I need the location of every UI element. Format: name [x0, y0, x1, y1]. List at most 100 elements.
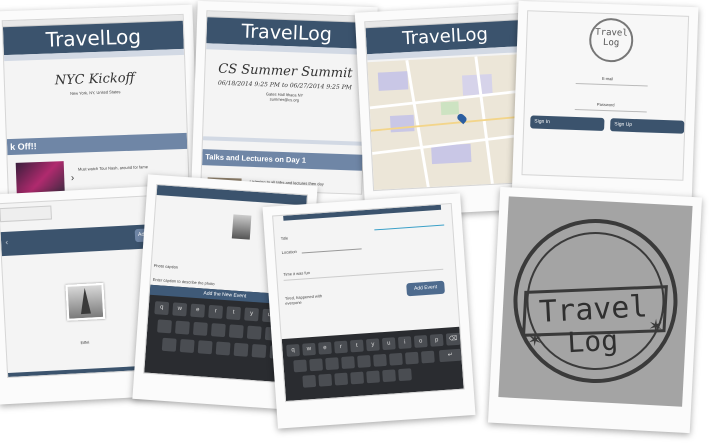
key[interactable] [334, 372, 349, 386]
eiffel-tower-icon [79, 287, 91, 315]
event-photo: › [15, 161, 74, 196]
key[interactable] [293, 359, 308, 373]
key[interactable] [246, 325, 262, 340]
event-title: CS Summer Summit [218, 61, 353, 82]
key[interactable] [157, 319, 172, 334]
key[interactable] [398, 368, 412, 382]
key[interactable] [175, 320, 190, 335]
key[interactable] [357, 355, 371, 368]
key[interactable] [420, 350, 435, 364]
key[interactable] [251, 344, 267, 358]
key-u[interactable]: u [381, 337, 396, 351]
key-t[interactable]: t [226, 306, 242, 321]
key[interactable] [192, 321, 208, 336]
sign-up-label: Sign Up [614, 121, 633, 128]
location-field[interactable] [301, 248, 362, 254]
logo-line-2: Log [602, 37, 620, 49]
key[interactable] [341, 356, 355, 370]
key-y[interactable]: y [244, 307, 259, 322]
key[interactable] [197, 340, 213, 355]
key[interactable] [389, 352, 403, 366]
key-w[interactable]: w [302, 342, 316, 356]
note-text: Tired, happened with everyone [284, 293, 323, 306]
sign-in-button[interactable]: Sign In [530, 115, 605, 131]
password-field[interactable] [574, 108, 647, 113]
sign-up-button[interactable]: Sign Up [610, 118, 685, 134]
screen: Travel Log E-mail Password Sign In Sign … [521, 10, 690, 181]
key[interactable] [302, 374, 317, 388]
key-o[interactable]: o [413, 335, 428, 348]
back-icon[interactable]: ‹ [5, 238, 9, 247]
location-label: Location [281, 248, 297, 255]
map-graphic [369, 56, 530, 188]
key-p[interactable]: p [429, 333, 444, 347]
key-w[interactable]: w [172, 302, 188, 317]
header-strip [156, 185, 307, 206]
key[interactable] [404, 351, 419, 365]
screenshot-card-add-event: Title Location Time it was fun Tired, ha… [262, 193, 476, 429]
key-y[interactable]: y [365, 338, 380, 352]
key-e[interactable]: e [318, 341, 332, 355]
key[interactable] [373, 353, 387, 367]
key-i[interactable]: i [397, 336, 412, 350]
screenshot-card-login: Travel Log E-mail Password Sign In Sign … [511, 0, 699, 208]
photo-thumbnail[interactable] [65, 282, 106, 321]
screen: TravelLog [364, 12, 533, 192]
divider [202, 136, 363, 146]
photo-thumbnail[interactable] [231, 214, 252, 240]
item-text: Must watch Tour Nash, around for fame [77, 164, 148, 172]
email-field[interactable] [575, 82, 648, 87]
screen: TravelLog NYC Kickoff New York, NY, Unit… [1, 13, 190, 196]
keyboard-action-label: Add the New Event [203, 290, 247, 300]
screen: TravelLog CS Summer Summit 06/18/2014 9:… [200, 10, 369, 195]
section-header: k Off!! [6, 132, 188, 156]
key[interactable] [215, 341, 231, 356]
stamp-logo-image: Travel Log ✶ ✶ [498, 196, 693, 407]
svg-text:Travel: Travel [538, 289, 648, 330]
stamp-graphic: Travel Log ✶ ✶ [513, 219, 678, 384]
svg-text:Log: Log [567, 324, 619, 360]
caption-label: Photo caption [153, 262, 179, 270]
key-t[interactable]: t [350, 339, 364, 353]
app-title: TravelLog [241, 20, 333, 46]
key[interactable] [210, 323, 226, 338]
logo: Travel Log [588, 17, 634, 63]
key[interactable] [325, 357, 339, 371]
app-bar: ‹ Add [0, 224, 158, 257]
photo-caption: Eiffel [80, 339, 90, 346]
email-label: E-mail [601, 75, 614, 82]
screen: Title Location Time it was fun Tired, ha… [272, 202, 465, 403]
logo-line-1: Travel [595, 27, 628, 39]
key[interactable] [233, 342, 249, 357]
app-title: TravelLog [401, 23, 489, 50]
title-field[interactable] [374, 224, 445, 231]
section-header: Talks and Lectures on Day 1 [202, 149, 363, 171]
app-title: TravelLog [45, 24, 142, 52]
photo-arrow-icon[interactable]: › [71, 173, 75, 184]
key-r[interactable]: r [334, 340, 348, 354]
key-r[interactable]: r [208, 304, 224, 319]
on-screen-keyboard[interactable]: q w e r t y u i o p ⌫ ↵ [281, 326, 464, 402]
section-title: k Off!! [9, 141, 37, 153]
header-strip [283, 204, 442, 221]
backspace-key[interactable]: ⌫ [445, 332, 461, 346]
svg-text:✶: ✶ [527, 330, 543, 351]
key[interactable] [179, 339, 195, 353]
key[interactable] [161, 337, 177, 352]
top-field [0, 205, 53, 223]
add-event-button[interactable]: Add Event [406, 280, 445, 297]
key-e[interactable]: e [190, 303, 206, 318]
key[interactable] [228, 324, 244, 339]
key[interactable] [309, 358, 324, 372]
key[interactable] [350, 371, 365, 385]
map-view[interactable] [367, 53, 532, 191]
key-q[interactable]: q [286, 343, 300, 357]
key-q[interactable]: q [154, 301, 170, 316]
sign-in-label: Sign In [534, 118, 551, 126]
key[interactable] [366, 370, 381, 384]
key[interactable] [382, 369, 396, 383]
password-label: Password [596, 101, 615, 108]
enter-key[interactable]: ↵ [438, 348, 462, 363]
time-label: Time it was fun [283, 270, 311, 277]
key[interactable] [318, 373, 333, 387]
